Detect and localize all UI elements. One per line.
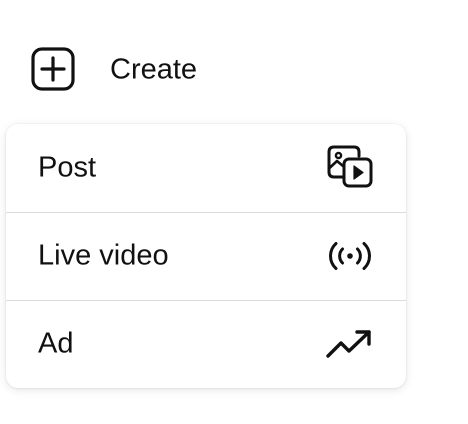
- live-broadcast-icon: [329, 242, 371, 270]
- create-label: Create: [110, 53, 198, 86]
- create-menu: Post Live video Ad: [6, 124, 406, 388]
- menu-item-live-video[interactable]: Live video: [6, 212, 406, 300]
- trending-up-icon: [326, 330, 371, 358]
- menu-item-ad[interactable]: Ad: [6, 300, 406, 388]
- plus-square-icon: [31, 47, 75, 91]
- create-button[interactable]: Create: [20, 36, 280, 104]
- photo-video-icon: [327, 145, 373, 188]
- menu-item-label: Post: [38, 151, 97, 184]
- menu-item-label: Live video: [38, 239, 169, 272]
- menu-item-label: Ad: [38, 327, 74, 360]
- menu-item-post[interactable]: Post: [6, 124, 406, 212]
